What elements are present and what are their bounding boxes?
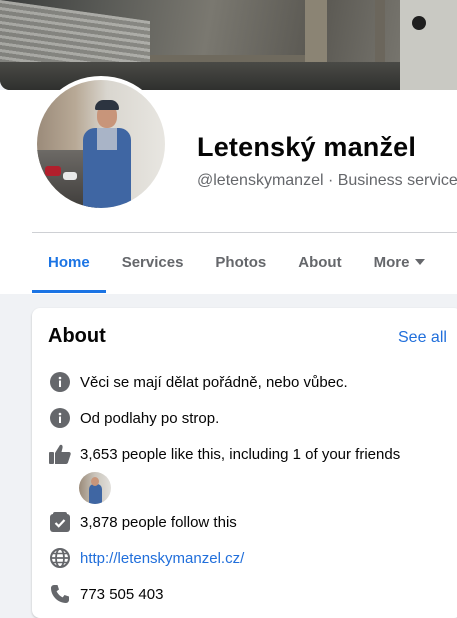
chevron-down-icon [415,259,426,265]
tab-home[interactable]: Home [32,233,106,293]
tab-photos-label: Photos [215,253,267,271]
profile-avatar[interactable] [33,76,169,212]
about-item-phone: 773 505 403 [48,582,163,606]
page-tabs: Home Services Photos About More [32,233,441,293]
see-all-link[interactable]: See all [398,329,447,347]
about-item-followers: 3,878 people follow this [48,510,237,534]
globe-icon [48,546,72,570]
tab-about[interactable]: About [282,233,357,291]
page-handle: @letenskymanzel · Business service [197,172,457,189]
info-icon [48,370,72,394]
about-item-text: 3,653 people like this, including 1 of y… [80,445,401,463]
about-item-text: 3,878 people follow this [80,513,237,531]
about-title: About [48,325,106,347]
page-name: Letenský manžel [197,132,417,162]
phone-icon [48,582,72,606]
tab-more[interactable]: More [358,233,442,291]
tab-home-label: Home [48,253,90,271]
tab-photos[interactable]: Photos [199,233,282,291]
about-item-intro: Věci se mají dělat pořádně, nebo vůbec. [48,370,348,394]
tab-about-label: About [298,253,342,271]
thumbs-up-icon [48,442,72,466]
phone-number: 773 505 403 [80,585,164,603]
tab-services-label: Services [121,253,184,271]
cover-photo[interactable] [0,0,457,90]
about-item-likes: 3,653 people like this, including 1 of y… [48,442,400,466]
info-icon [48,406,72,430]
about-item-text: Od podlahy po strop. [80,409,220,427]
tab-more-label: More [373,253,410,271]
website-link[interactable]: http://letenskymanzel.cz/ [80,550,244,567]
tab-services[interactable]: Services [106,233,200,291]
about-item-tagline: Od podlahy po strop. [48,406,219,430]
about-item-text: Věci se mají dělat pořádně, nebo vůbec. [80,373,348,391]
follow-icon [48,510,72,534]
about-item-website[interactable]: http://letenskymanzel.cz/ [48,546,244,570]
about-card: About See all Věci se mají dělat pořádně… [32,308,457,618]
friend-avatar[interactable] [79,472,111,504]
